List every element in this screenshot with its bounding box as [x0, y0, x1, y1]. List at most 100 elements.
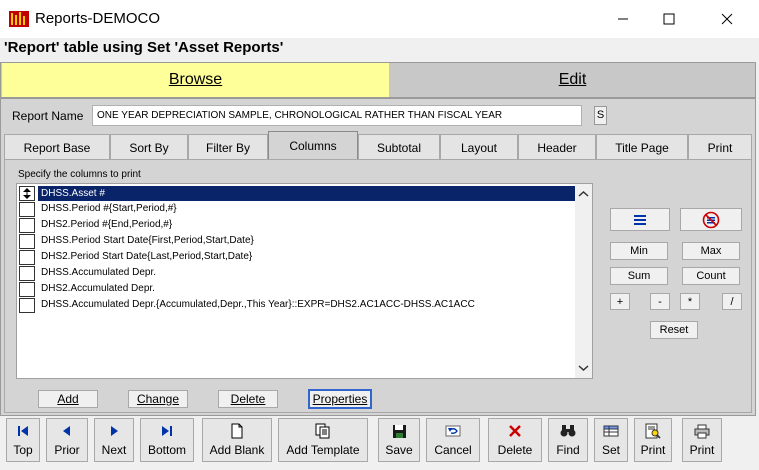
table-set-icon: [603, 425, 619, 437]
scroll-up-icon[interactable]: [575, 186, 592, 203]
last-icon: [162, 426, 172, 436]
set-button[interactable]: Set: [594, 418, 628, 462]
list-item[interactable]: DHS2.Period Start Date{Last,Period,Start…: [19, 250, 575, 266]
tab-subtotal[interactable]: Subtotal: [358, 134, 440, 161]
row-handle[interactable]: [19, 250, 35, 265]
row-handle[interactable]: [19, 218, 35, 233]
s-button[interactable]: S: [594, 106, 607, 125]
tab-filter-by[interactable]: Filter By: [188, 134, 268, 161]
row-handle[interactable]: [19, 186, 35, 201]
add-column-button[interactable]: Add: [38, 390, 98, 408]
maximize-button[interactable]: [646, 0, 692, 38]
undo-icon: [445, 425, 461, 437]
row-handle[interactable]: [19, 202, 35, 217]
cancel-label: Cancel: [434, 443, 472, 457]
move-updown-icon: [23, 188, 31, 199]
prev-icon: [63, 426, 70, 436]
tab-sort-by[interactable]: Sort By: [110, 134, 188, 161]
tab-columns[interactable]: Columns: [268, 131, 358, 160]
app-logo-icon: [9, 11, 29, 27]
next-button[interactable]: Next: [94, 418, 134, 462]
close-button[interactable]: [704, 0, 750, 38]
list-item[interactable]: DHSS.Accumulated Depr.: [19, 266, 575, 282]
tab-layout[interactable]: Layout: [440, 134, 518, 161]
column-entry: DHSS.Accumulated Depr.{Accumulated,Depr.…: [41, 299, 475, 310]
print-preview-icon: [645, 423, 661, 439]
column-entry: DHSS.Period #{Start,Period,#}: [41, 203, 177, 214]
row-handle[interactable]: [19, 298, 35, 313]
table-set-caption: 'Report' table using Set 'Asset Reports': [4, 39, 284, 56]
minus-button[interactable]: -: [650, 293, 670, 310]
tab-report-base[interactable]: Report Base: [4, 134, 110, 161]
list-item[interactable]: DHS2.Period #{End,Period,#}: [19, 218, 575, 234]
add-blank-label: Add Blank: [209, 443, 265, 457]
row-handle[interactable]: [19, 234, 35, 249]
row-handle[interactable]: [19, 266, 35, 281]
find-label: Find: [556, 443, 580, 457]
save-button[interactable]: Save: [378, 418, 420, 462]
delete-column-button[interactable]: Delete: [218, 390, 278, 408]
column-entry: DHS2.Period #{End,Period,#}: [41, 219, 173, 230]
prior-button[interactable]: Prior: [46, 418, 88, 462]
reset-button[interactable]: Reset: [650, 321, 698, 339]
scroll-down-icon[interactable]: [575, 359, 592, 376]
list-item[interactable]: DHSS.Period Start Date{First,Period,Star…: [19, 234, 575, 250]
bottom-button[interactable]: Bottom: [140, 418, 194, 462]
list-item[interactable]: DHSS.Asset #: [19, 186, 576, 202]
prior-label: Prior: [54, 443, 80, 457]
change-column-button[interactable]: Change: [128, 390, 188, 408]
delete-button[interactable]: Delete: [488, 418, 542, 462]
next-icon: [111, 426, 118, 436]
plus-button[interactable]: +: [610, 293, 630, 310]
columns-list[interactable]: DHSS.Asset # DHSS.Period #{Start,Period,…: [16, 183, 593, 379]
tab-title-page[interactable]: Title Page: [596, 134, 688, 161]
list-item[interactable]: DHSS.Accumulated Depr.{Accumulated,Depr.…: [19, 298, 575, 314]
report-name-field[interactable]: ONE YEAR DEPRECIATION SAMPLE, CHRONOLOGI…: [92, 105, 582, 126]
delete-x-icon: [509, 425, 521, 437]
browse-tab[interactable]: Browse: [2, 63, 389, 97]
binoculars-icon: [560, 425, 576, 437]
add-blank-button[interactable]: Add Blank: [202, 418, 272, 462]
min-button[interactable]: Min: [610, 242, 668, 260]
multiply-button[interactable]: *: [680, 293, 700, 310]
list-item[interactable]: DHS2.Accumulated Depr.: [19, 282, 575, 298]
cancel-button[interactable]: Cancel: [426, 418, 480, 462]
no-list-icon: [702, 211, 720, 228]
add-template-button[interactable]: Add Template: [278, 418, 368, 462]
printer-icon: [694, 424, 710, 438]
sum-button[interactable]: Sum: [610, 267, 668, 285]
tab-row: Report Base Sort By Filter By Columns Su…: [0, 131, 756, 161]
top-label: Top: [13, 443, 33, 457]
list-scrollbar[interactable]: [575, 184, 592, 378]
remove-column-button[interactable]: [680, 208, 742, 231]
max-button[interactable]: Max: [682, 242, 740, 260]
print-preview-label: Print: [640, 443, 666, 457]
tab-header[interactable]: Header: [518, 134, 596, 161]
set-label: Set: [601, 443, 620, 457]
save-label: Save: [385, 443, 413, 457]
find-button[interactable]: Find: [548, 418, 588, 462]
top-button[interactable]: Top: [6, 418, 40, 462]
print-preview-button[interactable]: Print: [634, 418, 672, 462]
save-icon: [392, 424, 406, 438]
next-label: Next: [101, 443, 127, 457]
print-button[interactable]: Print: [682, 418, 722, 462]
tab-print[interactable]: Print: [688, 134, 752, 161]
column-entry: DHS2.Period Start Date{Last,Period,Start…: [41, 251, 253, 262]
add-template-label: Add Template: [286, 443, 360, 457]
columns-hint: Specify the columns to print: [18, 169, 141, 180]
properties-button[interactable]: Properties: [308, 389, 372, 409]
new-doc-icon: [231, 423, 243, 439]
divide-button[interactable]: /: [722, 293, 742, 310]
bottom-label: Bottom: [147, 443, 186, 457]
column-entry: DHSS.Accumulated Depr.: [41, 267, 157, 278]
column-entry: DHS2.Accumulated Depr.: [41, 283, 155, 294]
row-handle[interactable]: [19, 282, 35, 297]
copy-doc-icon: [315, 423, 330, 439]
edit-tab[interactable]: Edit: [390, 63, 755, 97]
insert-column-button[interactable]: [610, 208, 670, 231]
count-button[interactable]: Count: [682, 267, 740, 285]
list-item[interactable]: DHSS.Period #{Start,Period,#}: [19, 202, 575, 218]
minimize-button[interactable]: [600, 0, 646, 38]
column-entry: DHSS.Period Start Date{First,Period,Star…: [41, 235, 254, 246]
